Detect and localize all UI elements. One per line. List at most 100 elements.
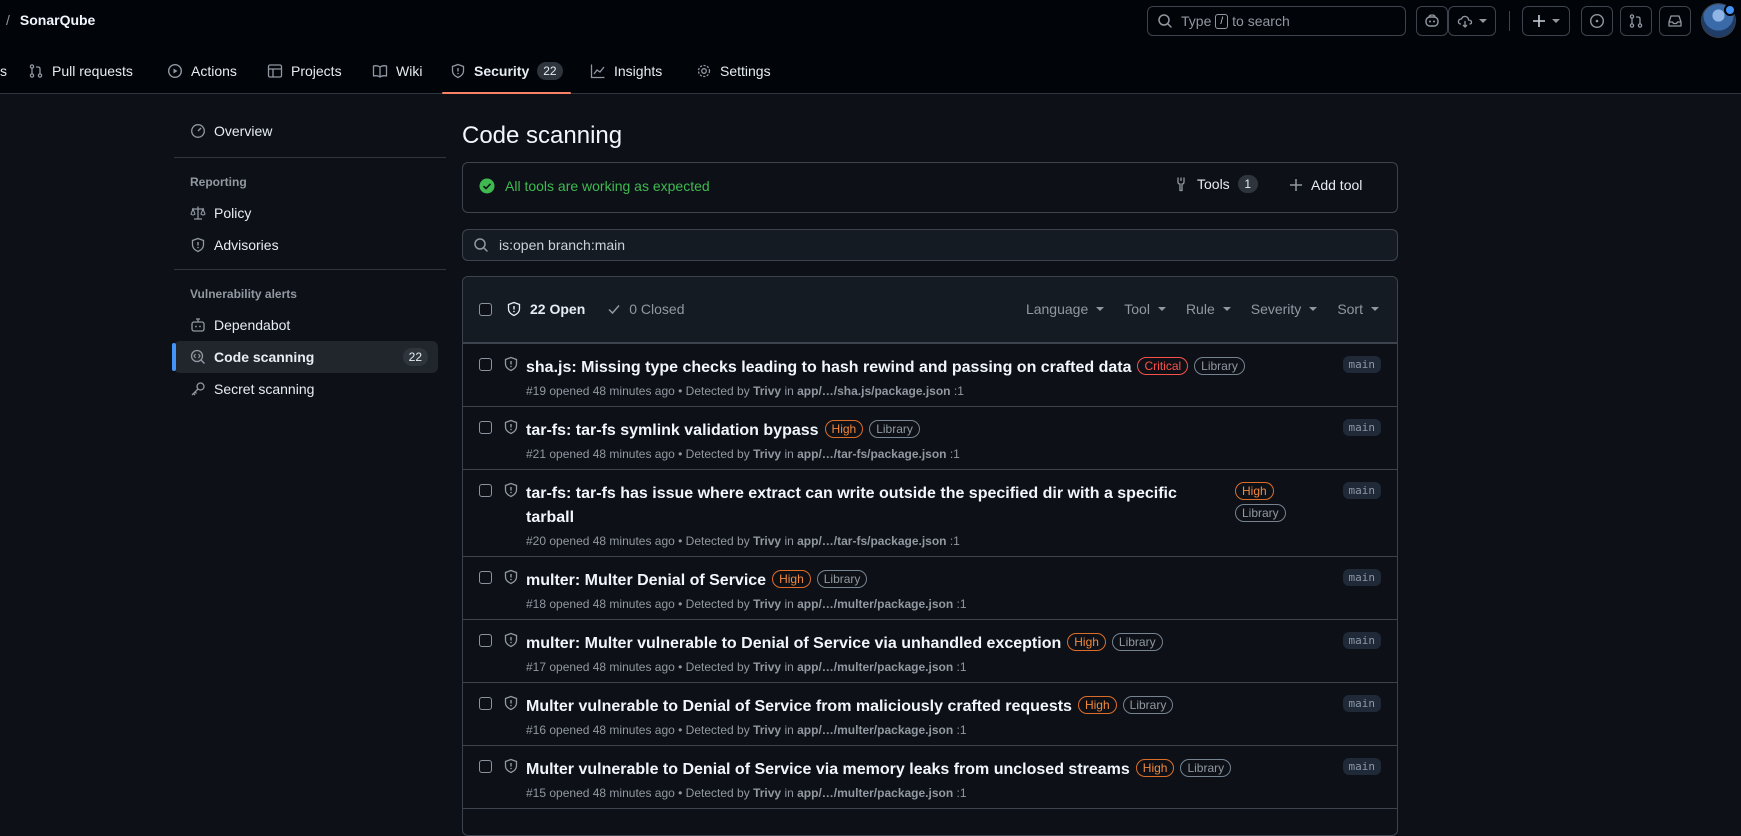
notification-dot xyxy=(1724,4,1736,16)
sidebar-item-dependabot[interactable]: Dependabot xyxy=(174,309,438,341)
add-tool-button[interactable]: Add tool xyxy=(1289,177,1362,193)
pull-requests-button[interactable] xyxy=(1620,6,1652,36)
sidebar-item-advisories[interactable]: Advisories xyxy=(174,229,438,261)
alert-row[interactable]: tar-fs: tar-fs has issue where extract c… xyxy=(463,469,1397,556)
select-all-checkbox[interactable] xyxy=(479,302,492,316)
breadcrumb-separator: / xyxy=(6,12,10,28)
alert-row[interactable] xyxy=(463,808,1397,835)
severity-label[interactable]: High xyxy=(772,570,811,588)
library-label[interactable]: Library xyxy=(869,420,920,438)
alert-title-link[interactable]: tar-fs: tar-fs has issue where extract c… xyxy=(526,485,1177,526)
alerts-list: 22 Open 0 Closed Language Tool Rule Seve… xyxy=(462,276,1398,836)
sidebar-heading-vulnerability-alerts: Vulnerability alerts xyxy=(190,287,297,301)
alert-checkbox[interactable] xyxy=(479,484,492,497)
alert-row[interactable]: multer: Multer Denial of Service High Libr… xyxy=(463,556,1397,619)
rule-filter-dropdown[interactable]: Rule xyxy=(1186,301,1231,317)
sort-dropdown[interactable]: Sort xyxy=(1337,301,1379,317)
alert-title-link[interactable]: multer: Multer Denial of Service xyxy=(526,572,766,589)
alert-file-path[interactable]: app/…/tar-fs/package.json xyxy=(797,447,946,461)
alert-row[interactable]: tar-fs: tar-fs symlink validation bypass… xyxy=(463,406,1397,469)
severity-label[interactable]: Critical xyxy=(1137,357,1189,375)
search-icon xyxy=(474,238,488,252)
global-search-input[interactable]: Type / to search xyxy=(1147,6,1406,36)
alert-file-path[interactable]: app/…/multer/package.json xyxy=(797,660,953,674)
alert-title-link[interactable]: tar-fs: tar-fs symlink validation bypass xyxy=(526,422,819,439)
severity-filter-dropdown[interactable]: Severity xyxy=(1251,301,1318,317)
codespaces-icon xyxy=(1457,15,1473,28)
alert-line-number: :1 xyxy=(956,597,967,611)
library-label[interactable]: Library xyxy=(1122,696,1174,714)
library-label[interactable]: Library xyxy=(816,570,868,588)
tab-settings[interactable]: Settings xyxy=(696,48,771,94)
library-label[interactable]: Library xyxy=(1180,759,1232,777)
alert-row[interactable]: multer: Multer vulnerable to Denial of S… xyxy=(463,619,1397,682)
alert-row[interactable]: sha.js: Missing type checks leading to h… xyxy=(463,343,1397,406)
sidebar-item-label: Policy xyxy=(214,205,252,221)
alert-file-path[interactable]: app/…/multer/package.json xyxy=(797,723,953,737)
sidebar-item-policy[interactable]: Policy xyxy=(174,197,438,229)
alert-row[interactable]: Multer vulnerable to Denial of Service f… xyxy=(463,682,1397,745)
alert-number: #20 xyxy=(526,534,547,548)
sidebar-item-label: Dependabot xyxy=(214,317,291,333)
tab-actions[interactable]: Actions xyxy=(167,48,237,94)
severity-label[interactable]: High xyxy=(1077,696,1117,714)
alert-checkbox[interactable] xyxy=(479,634,492,647)
chevron-down-icon xyxy=(1479,19,1487,23)
alert-file-path[interactable]: app/…/sha.js/package.json xyxy=(797,384,950,398)
sidebar-divider xyxy=(174,157,446,158)
alerts-filter-input[interactable]: is:open branch:main xyxy=(462,229,1398,261)
shield-icon xyxy=(504,758,518,774)
inbox-button[interactable] xyxy=(1659,6,1691,36)
alert-title-link[interactable]: Multer vulnerable to Denial of Service f… xyxy=(526,698,1072,715)
alert-checkbox[interactable] xyxy=(479,571,492,584)
search-placeholder-post: to search xyxy=(1232,13,1290,29)
create-new-button[interactable] xyxy=(1522,6,1570,36)
language-filter-dropdown[interactable]: Language xyxy=(1026,301,1105,317)
chevron-down-icon xyxy=(1222,307,1231,311)
alert-file-path[interactable]: app/…/multer/package.json xyxy=(797,786,953,800)
severity-label[interactable]: High xyxy=(1135,759,1175,777)
add-tool-label: Add tool xyxy=(1311,177,1363,193)
open-alerts-filter[interactable]: 22 Open xyxy=(530,301,585,317)
alert-checkbox[interactable] xyxy=(479,358,492,371)
sidebar-item-overview[interactable]: Overview xyxy=(174,115,438,147)
tab-security[interactable]: Security 22 xyxy=(442,48,571,94)
library-label[interactable]: Library xyxy=(1194,357,1245,375)
alert-meta: #21 opened 48 minutes ago • Detected by … xyxy=(526,447,960,461)
alert-file-path[interactable]: app/…/multer/package.json xyxy=(797,597,953,611)
tab-wiki[interactable]: Wiki xyxy=(372,48,422,94)
alert-file-path[interactable]: app/…/tar-fs/package.json xyxy=(797,534,946,548)
codespaces-button[interactable] xyxy=(1448,6,1496,36)
library-label[interactable]: Library xyxy=(1111,633,1163,651)
copilot-button[interactable] xyxy=(1416,6,1448,36)
alert-checkbox[interactable] xyxy=(479,697,492,710)
tab-projects[interactable]: Projects xyxy=(267,48,342,94)
alert-title-link[interactable]: Multer vulnerable to Denial of Service v… xyxy=(526,761,1130,778)
library-label[interactable]: Library xyxy=(1235,504,1286,522)
severity-label[interactable]: High xyxy=(1235,482,1274,500)
sidebar-item-code-scanning[interactable]: Code scanning 22 xyxy=(172,341,438,373)
severity-label[interactable]: High xyxy=(1067,633,1106,651)
severity-label[interactable]: High xyxy=(824,420,864,438)
tab-code-partial[interactable]: s xyxy=(0,48,7,94)
alert-opened-text: opened 48 minutes ago • Detected by xyxy=(549,447,750,461)
tab-label: Insights xyxy=(614,63,663,79)
alert-meta: #15 opened 48 minutes ago • Detected by … xyxy=(526,786,967,800)
dropdown-label: Rule xyxy=(1185,301,1215,317)
alert-title-link[interactable]: multer: Multer vulnerable to Denial of S… xyxy=(526,635,1061,652)
tab-insights[interactable]: Insights xyxy=(590,48,662,94)
sidebar-item-secret-scanning[interactable]: Secret scanning xyxy=(174,373,438,405)
alert-checkbox[interactable] xyxy=(479,421,492,434)
repo-name-link[interactable]: SonarQube xyxy=(20,12,95,28)
pull-requests-icon xyxy=(1629,14,1643,28)
tab-label: s xyxy=(0,63,7,79)
tools-button[interactable]: Tools 1 xyxy=(1173,175,1258,193)
tab-pull-requests[interactable]: Pull requests xyxy=(28,48,133,94)
closed-alerts-filter[interactable]: 0 Closed xyxy=(629,301,684,317)
shield-icon xyxy=(504,419,518,435)
issues-button[interactable] xyxy=(1581,6,1613,36)
alert-row[interactable]: Multer vulnerable to Denial of Service v… xyxy=(463,745,1397,808)
tool-filter-dropdown[interactable]: Tool xyxy=(1124,301,1166,317)
alert-checkbox[interactable] xyxy=(479,760,492,773)
alert-title-link[interactable]: sha.js: Missing type checks leading to h… xyxy=(526,359,1131,376)
